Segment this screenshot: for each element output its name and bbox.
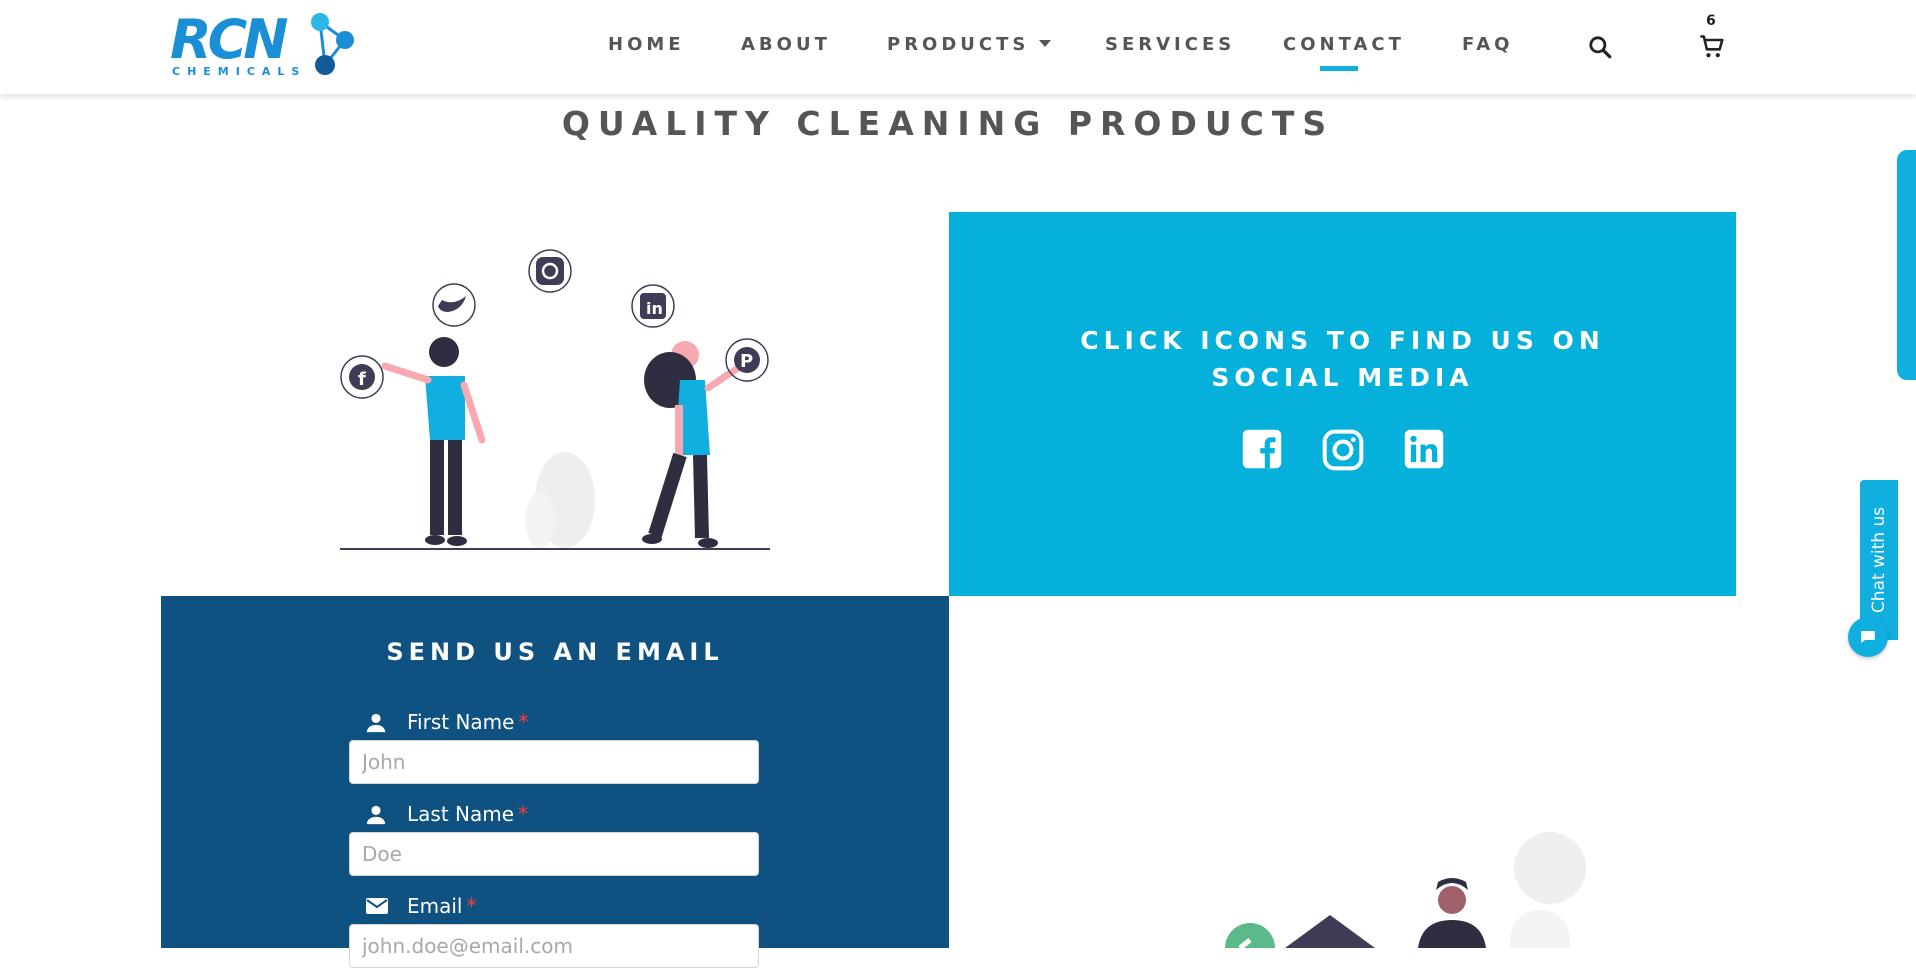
cart-count-badge: 6 — [1706, 13, 1716, 29]
svg-text:f: f — [358, 369, 366, 390]
svg-text:in: in — [646, 299, 663, 318]
email-label: Email * — [407, 894, 477, 918]
molecule-icon — [311, 13, 354, 75]
nav-faq[interactable]: FAQ — [1462, 34, 1513, 55]
logo-subtitle: CHEMICALS — [172, 65, 307, 78]
nav-home[interactable]: HOME — [608, 34, 685, 55]
email-label-text: Email — [407, 894, 463, 918]
nav-services[interactable]: SERVICES — [1105, 34, 1235, 55]
instagram-icon[interactable] — [1321, 428, 1365, 476]
last-name-label-text: Last Name — [407, 802, 515, 826]
chat-icon[interactable] — [1848, 617, 1888, 657]
logo-wordmark: RCN — [170, 8, 288, 71]
site-header: RCN CHEMICALS HOME ABOUT PRODUCTS SERVIC… — [0, 0, 1916, 94]
scroll-handle[interactable] — [1897, 150, 1916, 380]
email-heading: SEND US AN EMAIL — [386, 638, 724, 666]
chat-tab[interactable]: Chat with us — [1860, 480, 1898, 640]
person-icon — [365, 712, 387, 738]
nav-active-indicator — [1320, 66, 1358, 71]
required-mark: * — [518, 802, 529, 826]
search-icon[interactable] — [1587, 34, 1613, 64]
last-name-input[interactable] — [349, 832, 759, 876]
nav-products[interactable]: PRODUCTS — [887, 34, 1052, 55]
cart-icon[interactable] — [1698, 33, 1726, 65]
social-media-panel: CLICK ICONS TO FIND US ON SOCIAL MEDIA — [949, 212, 1736, 596]
social-illustration: in f P — [330, 240, 800, 564]
social-icon-row — [1241, 428, 1461, 478]
contact-illustration — [1200, 830, 1620, 968]
nav-about[interactable]: ABOUT — [741, 34, 831, 55]
person-icon — [365, 804, 387, 830]
page-title: QUALITY CLEANING PRODUCTS — [561, 104, 1335, 143]
linkedin-icon[interactable] — [1403, 428, 1445, 474]
nav-products-label: PRODUCTS — [887, 34, 1030, 55]
required-mark: * — [518, 710, 529, 734]
facebook-icon[interactable] — [1241, 428, 1283, 474]
social-heading: CLICK ICONS TO FIND US ON SOCIAL MEDIA — [1080, 326, 1605, 392]
svg-text:P: P — [740, 351, 753, 372]
email-input[interactable] — [349, 924, 759, 968]
chat-tab-label: Chat with us — [1869, 506, 1889, 614]
required-mark: * — [466, 894, 477, 918]
last-name-label: Last Name * — [407, 802, 528, 826]
site-logo[interactable]: RCN CHEMICALS — [170, 10, 370, 80]
first-name-label: First Name * — [407, 710, 528, 734]
email-form-panel: SEND US AN EMAIL First Name* Last Name* … — [161, 596, 949, 968]
first-name-input[interactable] — [349, 740, 759, 784]
caret-down-icon — [1039, 40, 1052, 47]
first-name-label-text: First Name — [407, 710, 515, 734]
nav-contact[interactable]: CONTACT — [1283, 34, 1405, 55]
mail-icon — [365, 896, 389, 920]
